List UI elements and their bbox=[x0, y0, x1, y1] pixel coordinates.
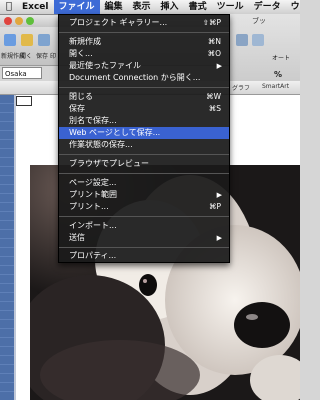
menu-item-shortcut: ⌘S bbox=[208, 104, 221, 113]
submenu-arrow-icon: ▶ bbox=[216, 62, 222, 70]
menu-item-open[interactable]: 開く... ⌘O bbox=[59, 48, 229, 60]
menu-bar:  Excel ファイル 編集 表示 挿入 書式 ツール データ ウ bbox=[0, 0, 300, 15]
selected-cell[interactable] bbox=[16, 96, 32, 106]
menu-item-label: 閉じる bbox=[69, 92, 93, 101]
menu-item-label: 新規作成 bbox=[69, 37, 101, 46]
menu-insert[interactable]: 挿入 bbox=[156, 0, 184, 14]
menu-item-close[interactable]: 閉じる ⌘W bbox=[59, 91, 229, 103]
percent-format-button[interactable]: % bbox=[274, 70, 282, 79]
document-title: ブッ bbox=[252, 17, 266, 25]
menu-separator bbox=[59, 216, 229, 217]
menu-item-project-gallery[interactable]: プロジェクト ギャラリー... ⇧⌘P bbox=[59, 17, 229, 29]
menu-item-label: 保存 bbox=[69, 104, 85, 113]
menu-item-shortcut: ⌘O bbox=[207, 49, 221, 58]
menu-data[interactable]: データ bbox=[249, 0, 286, 14]
row-headers[interactable] bbox=[0, 95, 14, 400]
menu-item-label: Document Connection から開く... bbox=[69, 73, 201, 82]
menu-file[interactable]: ファイル bbox=[53, 0, 100, 14]
menu-excel[interactable]: Excel bbox=[17, 0, 53, 14]
menu-item-print-area[interactable]: プリント範囲 ▶ bbox=[59, 189, 229, 201]
menu-item-label: Web ページとして保存... bbox=[69, 128, 161, 137]
menu-item-label: 送信 bbox=[69, 233, 85, 242]
menu-item-label: 最近使ったファイル bbox=[69, 61, 141, 70]
submenu-arrow-icon: ▶ bbox=[216, 191, 222, 199]
menu-item-label: プリント範囲 bbox=[69, 190, 117, 199]
menu-view[interactable]: 表示 bbox=[128, 0, 156, 14]
menu-item-browser-preview[interactable]: ブラウザでプレビュー bbox=[59, 158, 229, 170]
toolbar-tool-icon-2[interactable] bbox=[252, 34, 264, 46]
menu-item-document-connection[interactable]: Document Connection から開く... bbox=[59, 72, 229, 84]
ribbon-tab-smartart[interactable]: SmartArt bbox=[262, 83, 289, 90]
toolbar-label-print: 印 bbox=[50, 53, 57, 60]
menu-item-label: 作業状態の保存... bbox=[69, 140, 133, 149]
menu-separator bbox=[59, 154, 229, 155]
menu-item-label: プロパティ... bbox=[69, 251, 117, 260]
menu-item-send[interactable]: 送信 ▶ bbox=[59, 232, 229, 244]
toolbar-tool-icon[interactable] bbox=[236, 34, 248, 46]
menu-item-properties[interactable]: プロパティ... bbox=[59, 250, 229, 262]
menu-item-shortcut: ⇧⌘P bbox=[202, 18, 221, 27]
new-document-icon[interactable] bbox=[4, 34, 16, 46]
submenu-arrow-icon: ▶ bbox=[216, 234, 222, 242]
close-window-icon[interactable] bbox=[4, 17, 12, 25]
save-icon[interactable] bbox=[38, 34, 50, 46]
menu-item-recent-files[interactable]: 最近使ったファイル ▶ bbox=[59, 60, 229, 72]
zoom-window-icon[interactable] bbox=[26, 17, 34, 25]
menu-item-label: インポート... bbox=[69, 221, 117, 230]
menu-item-label: プロジェクト ギャラリー... bbox=[69, 18, 168, 27]
file-menu: プロジェクト ギャラリー... ⇧⌘P 新規作成 ⌘N 開く... ⌘O 最近使… bbox=[58, 14, 230, 263]
menu-separator bbox=[59, 87, 229, 88]
menu-format[interactable]: 書式 bbox=[184, 0, 212, 14]
menu-edit[interactable]: 編集 bbox=[100, 0, 128, 14]
font-name-field[interactable]: Osaka bbox=[2, 67, 42, 79]
minimize-window-icon[interactable] bbox=[15, 17, 23, 25]
menu-item-label: 別名で保存... bbox=[69, 116, 117, 125]
menu-item-save-as[interactable]: 別名で保存... bbox=[59, 115, 229, 127]
menu-item-label: 開く... bbox=[69, 49, 93, 58]
menu-item-label: ブラウザでプレビュー bbox=[69, 159, 149, 168]
menu-item-save[interactable]: 保存 ⌘S bbox=[59, 103, 229, 115]
menu-window[interactable]: ウ bbox=[286, 0, 305, 14]
toolbar-label-open: 開く bbox=[20, 53, 33, 60]
menu-item-save-as-web-page[interactable]: Web ページとして保存... bbox=[59, 127, 229, 139]
menu-item-print[interactable]: プリント... ⌘P bbox=[59, 201, 229, 213]
toolbar-label-save: 保存 bbox=[36, 53, 49, 60]
menu-item-new[interactable]: 新規作成 ⌘N bbox=[59, 36, 229, 48]
menu-separator bbox=[59, 32, 229, 33]
apple-icon[interactable]:  bbox=[0, 0, 17, 14]
menu-item-label: プリント... bbox=[69, 202, 109, 211]
open-folder-icon[interactable] bbox=[21, 34, 33, 46]
menu-item-save-workspace[interactable]: 作業状態の保存... bbox=[59, 139, 229, 151]
column-divider bbox=[14, 95, 16, 400]
menu-tools[interactable]: ツール bbox=[212, 0, 249, 14]
menu-item-import[interactable]: インポート... bbox=[59, 220, 229, 232]
menu-item-label: ページ設定... bbox=[69, 178, 117, 187]
menu-item-page-setup[interactable]: ページ設定... bbox=[59, 177, 229, 189]
menu-item-shortcut: ⌘W bbox=[206, 92, 221, 101]
ribbon-tab-graph[interactable]: グラフ bbox=[232, 83, 250, 92]
menu-item-shortcut: ⌘P bbox=[208, 202, 221, 211]
menu-separator bbox=[59, 173, 229, 174]
toolbar-label-auto: オート bbox=[272, 55, 291, 62]
menu-separator bbox=[59, 247, 229, 248]
menu-item-shortcut: ⌘N bbox=[207, 37, 221, 46]
